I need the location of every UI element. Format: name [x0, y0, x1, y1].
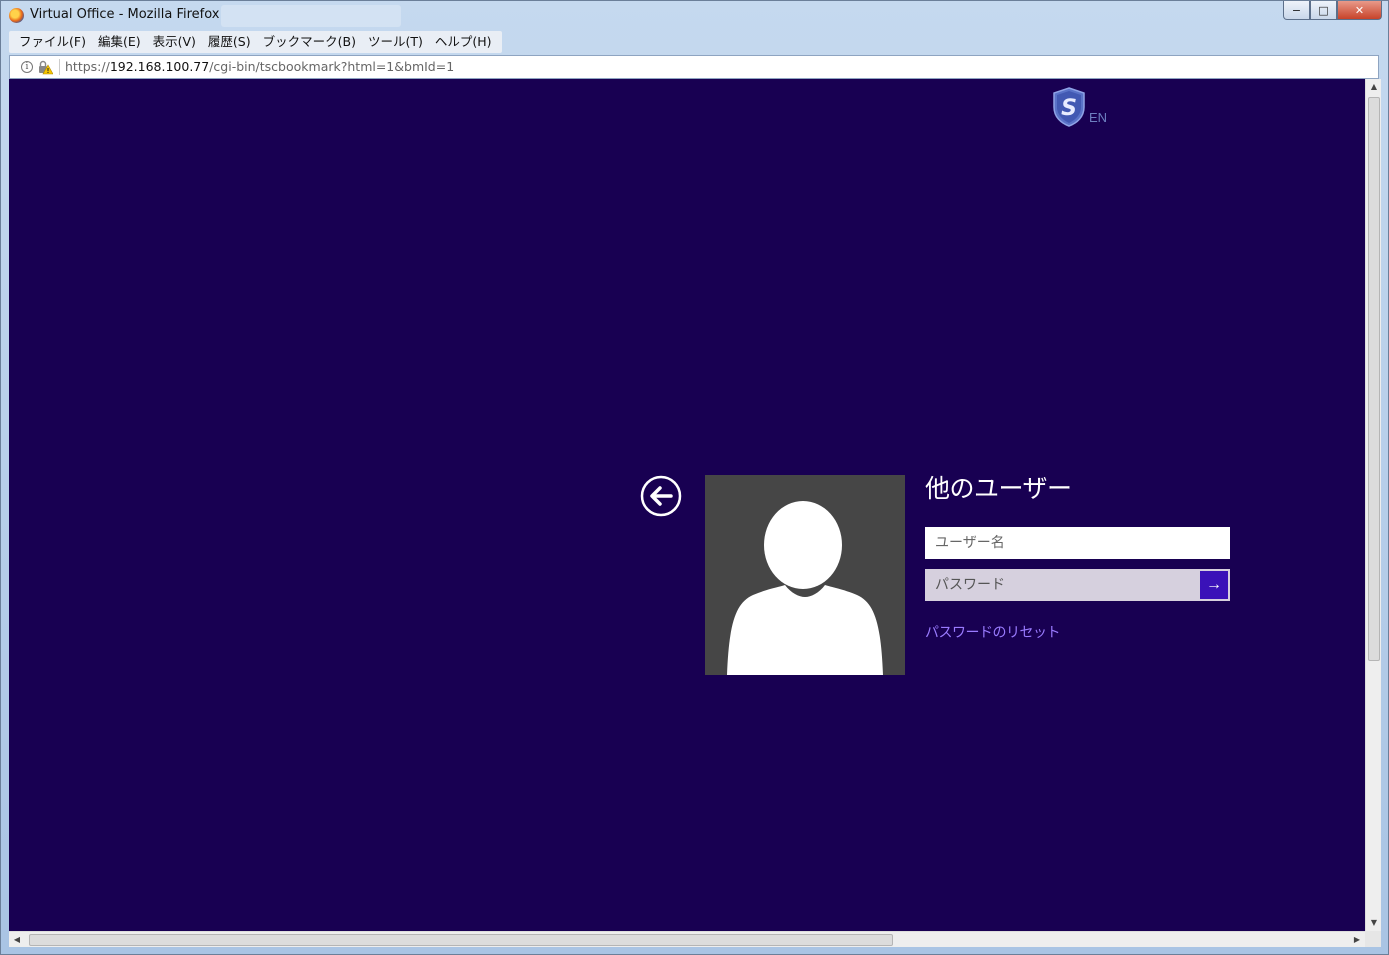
url-bar[interactable]: i https://192.168.100.77/cgi-bin/tscbook…	[9, 55, 1379, 79]
arrow-right-icon: →	[1206, 576, 1222, 593]
back-arrow-icon[interactable]	[640, 475, 682, 517]
scrollbar-corner	[1365, 931, 1381, 947]
window-controls: − □ ✕	[1283, 1, 1382, 21]
url-separator	[59, 59, 60, 75]
title-bar[interactable]: Virtual Office - Mozilla Firefox − □ ✕	[1, 1, 1388, 30]
password-input[interactable]	[926, 570, 1200, 600]
username-input[interactable]	[925, 527, 1230, 559]
menu-help[interactable]: ヘルプ(H)	[429, 31, 498, 53]
scroll-left-icon[interactable]: ◀	[9, 932, 25, 948]
firefox-icon	[9, 8, 24, 23]
scroll-up-icon[interactable]: ▲	[1366, 79, 1382, 95]
browser-window: Virtual Office - Mozilla Firefox − □ ✕ フ…	[0, 0, 1389, 955]
background-tab-ghost	[221, 5, 401, 27]
horizontal-scrollbar[interactable]: ◀ ▶	[9, 931, 1365, 947]
window-title: Virtual Office - Mozilla Firefox	[30, 7, 220, 22]
login-title: 他のユーザー	[925, 474, 1072, 503]
maximize-button[interactable]: □	[1310, 1, 1337, 20]
close-button[interactable]: ✕	[1337, 1, 1382, 20]
menu-file[interactable]: ファイル(F)	[13, 31, 92, 53]
url-path: /cgi-bin/tscbookmark?html=1&bmId=1	[209, 59, 455, 74]
menu-tools[interactable]: ツール(T)	[362, 31, 429, 53]
horizontal-scroll-thumb[interactable]	[29, 934, 893, 946]
svg-text:S: S	[1061, 96, 1077, 121]
minimize-button[interactable]: −	[1283, 1, 1310, 20]
url-host: 192.168.100.77	[109, 59, 210, 74]
url-text[interactable]: https://192.168.100.77/cgi-bin/tscbookma…	[65, 59, 454, 74]
vertical-scrollbar[interactable]: ▲ ▼	[1365, 79, 1381, 931]
user-avatar	[705, 475, 905, 675]
menu-edit[interactable]: 編集(E)	[92, 31, 147, 53]
url-scheme: https://	[65, 59, 110, 74]
menu-bar: ファイル(F) 編集(E) 表示(V) 履歴(S) ブックマーク(B) ツール(…	[9, 31, 502, 53]
shield-logo-icon[interactable]: S	[1051, 87, 1087, 127]
menu-view[interactable]: 表示(V)	[147, 31, 202, 53]
menu-history[interactable]: 履歴(S)	[202, 31, 257, 53]
language-link[interactable]: EN	[1089, 110, 1107, 125]
scroll-right-icon[interactable]: ▶	[1349, 932, 1365, 948]
password-reset-link[interactable]: パスワードのリセット	[925, 622, 1061, 642]
login-submit-button[interactable]: →	[1200, 571, 1228, 599]
user-silhouette-icon	[727, 501, 883, 675]
password-row: →	[925, 569, 1230, 601]
site-info-icon[interactable]: i	[21, 61, 33, 73]
scroll-down-icon[interactable]: ▼	[1366, 915, 1382, 931]
insecure-lock-icon[interactable]	[37, 59, 53, 75]
page-viewport: S EN 他のユーザー → パスワードのリセット	[9, 79, 1365, 931]
menu-bookmarks[interactable]: ブックマーク(B)	[257, 31, 362, 53]
vertical-scroll-thumb[interactable]	[1368, 97, 1380, 661]
